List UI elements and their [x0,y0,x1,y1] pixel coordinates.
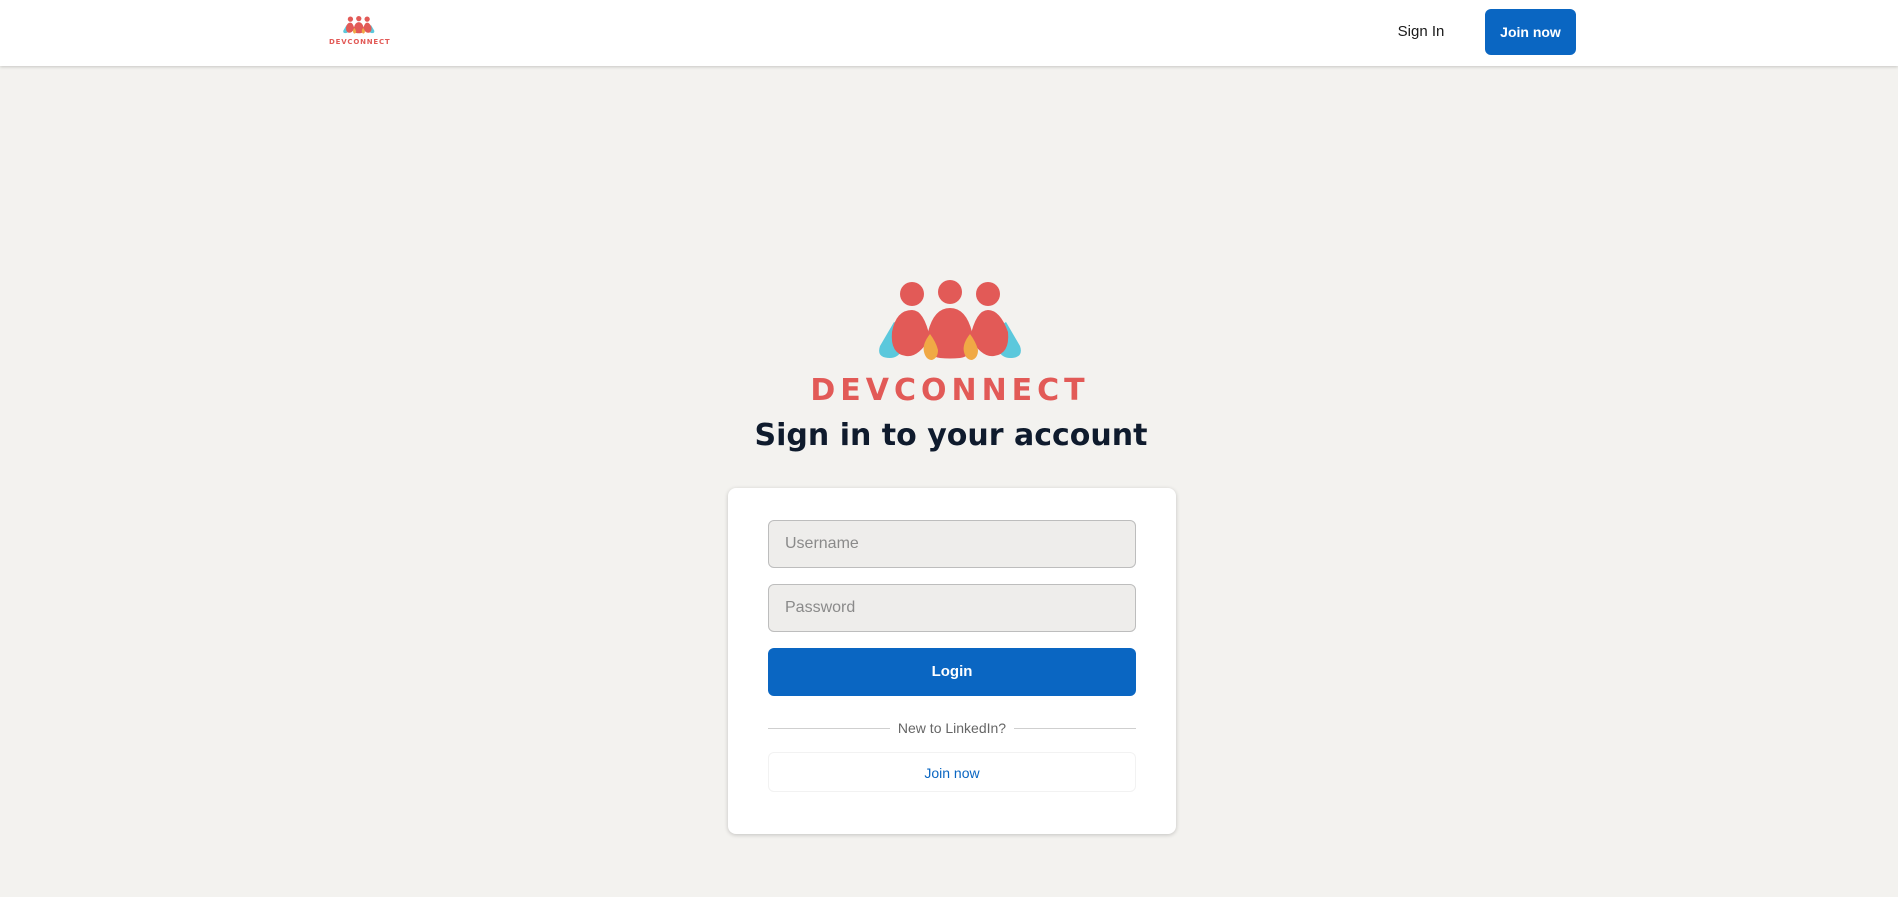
logo-wordmark: DEVCONNECT [329,38,391,46]
password-input[interactable] [768,584,1136,632]
divider-text: New to LinkedIn? [897,720,1007,736]
divider-line-right [1014,728,1136,729]
devconnect-hero-logo [876,280,1026,380]
username-input[interactable] [768,520,1136,568]
hero-wordmark: DEVCONNECT [810,373,1090,408]
login-button[interactable]: Login [768,648,1136,696]
join-now-link[interactable]: Join now [768,752,1136,792]
people-logo-icon [879,280,1021,360]
signin-link[interactable]: Sign In [1384,19,1458,45]
join-now-button[interactable]: Join now [1485,9,1576,55]
divider: New to LinkedIn? [768,718,1136,738]
people-logo-icon [343,16,375,34]
login-card: Login New to LinkedIn? Join now [728,488,1176,834]
divider-line-left [768,728,890,729]
top-navigation-bar: DEVCONNECT Sign In Join now [0,0,1898,66]
page-title: Sign in to your account [754,418,1148,453]
devconnect-logo[interactable]: DEVCONNECT [329,16,391,48]
